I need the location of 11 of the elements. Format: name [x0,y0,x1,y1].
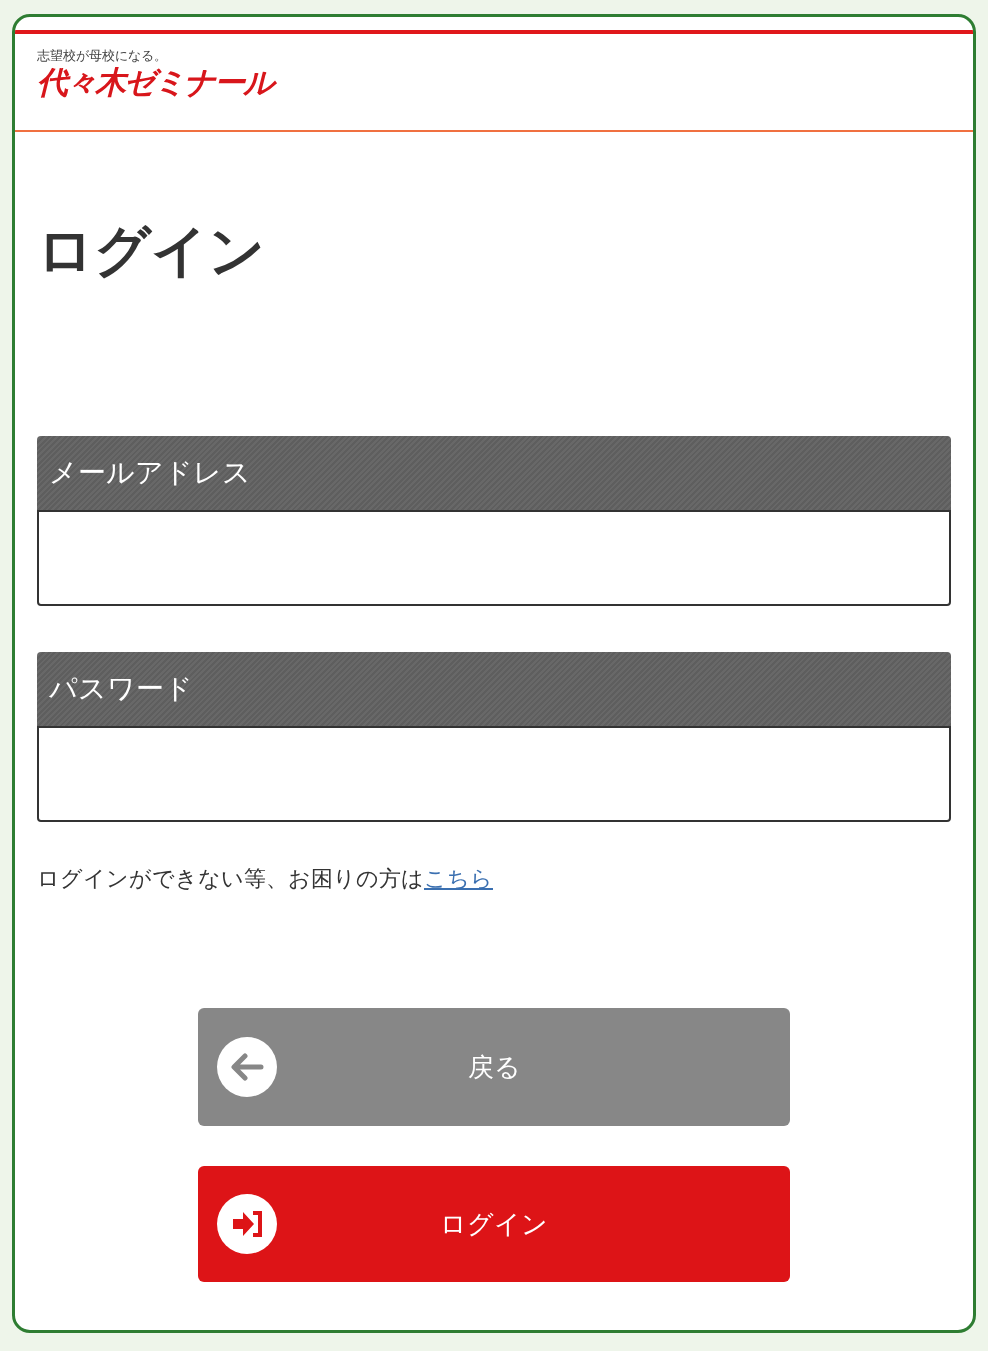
help-link[interactable]: こちら [424,866,493,891]
tagline: 志望校が母校になる。 [37,48,167,64]
input-field[interactable] [37,510,951,606]
login-icon [217,1194,277,1254]
field-label: メールアドレス [37,436,951,510]
help-text: ログインができない等、お困りの方は こちら [37,865,493,893]
page-title: ログイン [37,220,265,282]
login-button[interactable]: ログイン [198,1166,790,1282]
field-label: パスワード [37,652,951,726]
input-field[interactable] [37,726,951,822]
back-button[interactable]: 戻る [198,1008,790,1126]
